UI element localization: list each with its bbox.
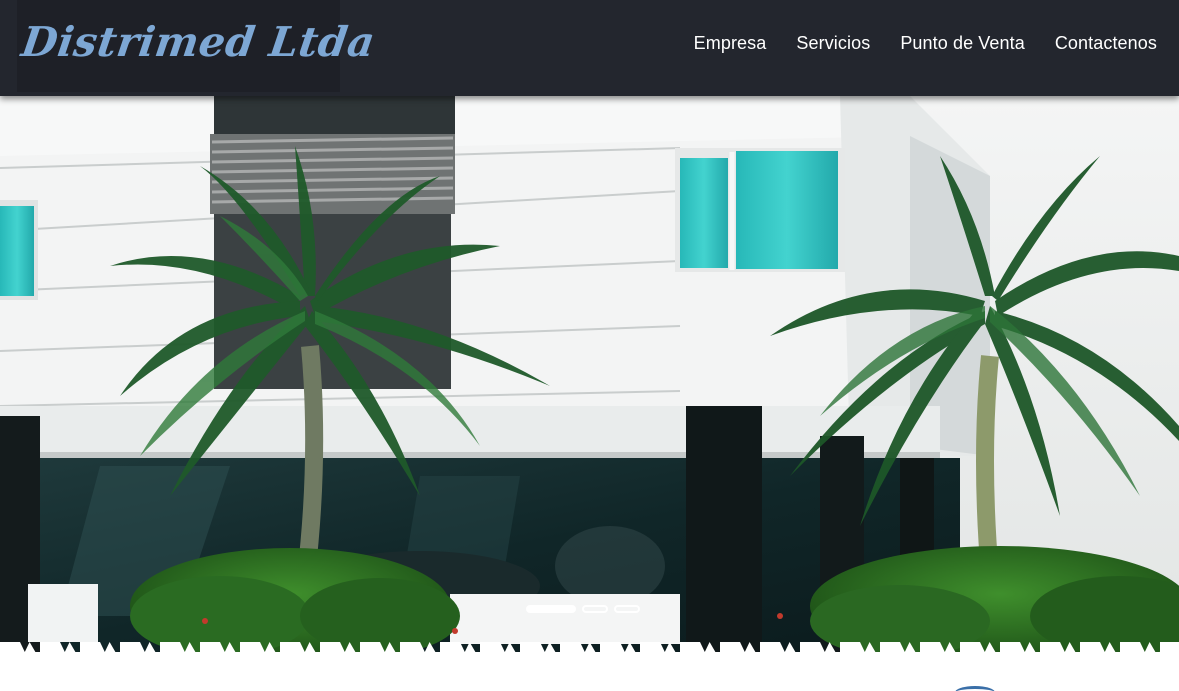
slider-pagination [526,605,640,613]
logo-text[interactable]: Distrimed Ltda [19,18,378,66]
nav-item-contactenos[interactable]: Contactenos [1055,33,1157,54]
logo[interactable]: Distrimed Ltda [17,0,378,92]
slider-dot-1[interactable] [526,605,576,613]
zigzag-divider [0,642,1179,660]
nav-item-servicios[interactable]: Servicios [796,33,870,54]
site-header: Distrimed Ltda Empresa Servicios Punto d… [0,0,1179,96]
main-nav: Empresa Servicios Punto de Venta Contact… [664,33,1157,54]
nav-item-empresa[interactable]: Empresa [694,33,767,54]
page: Distrimed Ltda Empresa Servicios Punto d… [0,0,1179,691]
nav-item-punto-de-venta[interactable]: Punto de Venta [900,33,1025,54]
slider-dot-3[interactable] [614,605,640,613]
hero-slider-image [0,96,1179,656]
building-photo [0,96,1179,656]
slider-dot-2[interactable] [582,605,608,613]
